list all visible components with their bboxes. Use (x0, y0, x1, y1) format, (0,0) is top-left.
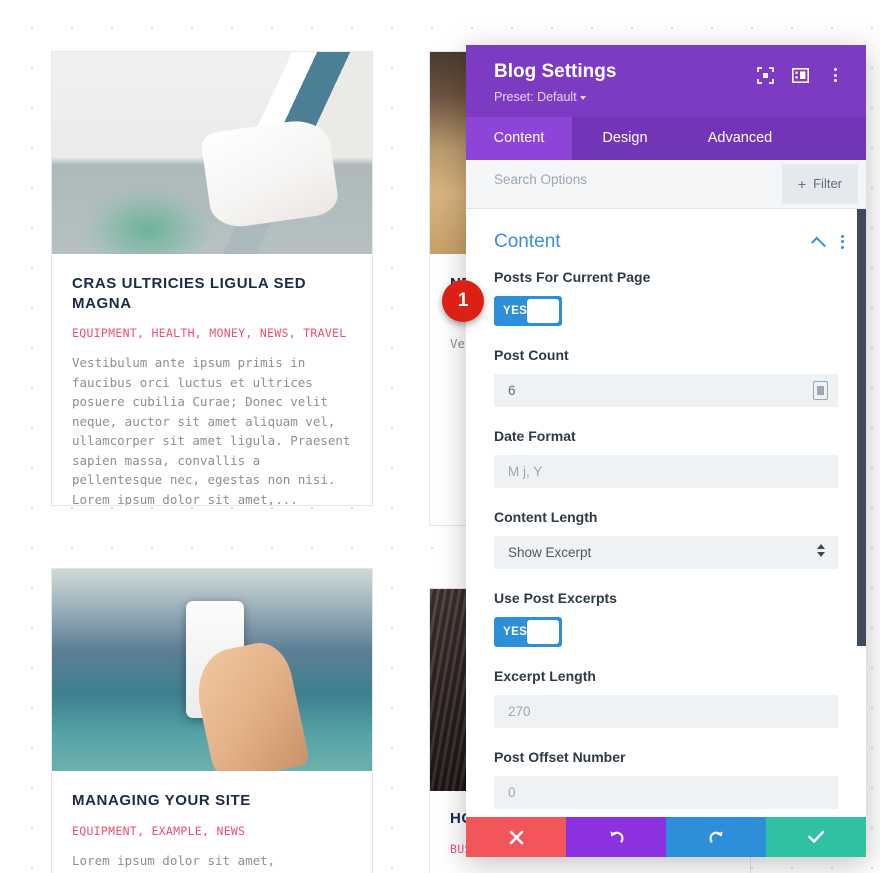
save-button[interactable] (766, 817, 866, 857)
modal-header-icons (756, 62, 844, 84)
tab-content[interactable]: Content (466, 116, 572, 160)
post-categories[interactable]: EQUIPMENT, HEALTH, MONEY, NEWS, TRAVEL (72, 326, 352, 340)
blog-settings-modal: Blog Settings Preset: Default Content De… (466, 45, 866, 857)
post-featured-image (52, 569, 372, 771)
step-number: 1 (457, 290, 469, 311)
close-x-icon (509, 830, 523, 844)
blog-post-card[interactable]: CRAS ULTRICIES LIGULA SED MAGNA EQUIPMEN… (51, 51, 373, 506)
modal-action-bar (466, 817, 866, 857)
search-options-input[interactable] (466, 159, 782, 200)
post-offset-number-input[interactable] (494, 775, 838, 809)
modal-title: Blog Settings (494, 61, 617, 82)
preset-selector[interactable]: Preset: Default (494, 90, 616, 104)
builder-page: CRAS ULTRICIES LIGULA SED MAGNA EQUIPMEN… (0, 0, 880, 873)
undo-arrow-icon (609, 830, 623, 843)
checkmark-icon (807, 830, 824, 843)
responsive-device-icon[interactable] (813, 380, 828, 400)
section-header-icons (811, 234, 844, 252)
field-label: Excerpt Length (494, 667, 596, 684)
modal-header-titles: Blog Settings Preset: Default (494, 61, 617, 104)
content-length-select[interactable]: Show Excerpt (494, 535, 838, 569)
field-label: Post Count (494, 346, 569, 363)
content-section-header: Content (466, 209, 866, 269)
step-annotation-badge: 1 (442, 280, 484, 322)
settings-scroll-area: Content Posts For Current Page YES Post … (466, 209, 866, 817)
plus-icon: + (797, 175, 807, 192)
search-row: + Filter (466, 159, 866, 209)
section-title: Content (494, 230, 561, 252)
redo-button[interactable] (666, 817, 766, 857)
date-format-input[interactable] (494, 454, 838, 488)
field-content-length: Content Length Show Excerpt (466, 509, 866, 569)
toggle-label: YES (503, 304, 528, 317)
post-categories[interactable]: EQUIPMENT, EXAMPLE, NEWS (72, 824, 352, 838)
field-post-offset-number: Post Offset Number (466, 749, 866, 809)
field-date-format: Date Format (466, 428, 866, 488)
post-featured-image (52, 52, 372, 254)
cancel-button[interactable] (466, 817, 566, 857)
blog-post-card[interactable]: MANAGING YOUR SITE EQUIPMENT, EXAMPLE, N… (51, 568, 373, 873)
post-excerpt: Lorem ipsum dolor sit amet, (72, 852, 276, 868)
split-view-icon[interactable] (791, 66, 809, 84)
toggle-label: YES (503, 625, 528, 638)
tab-design[interactable]: Design (572, 117, 678, 160)
more-options-icon[interactable] (826, 66, 844, 84)
use-post-excerpts-toggle[interactable]: YES (494, 616, 562, 647)
field-post-count: Post Count (466, 347, 866, 407)
filter-button-label: Filter (813, 176, 842, 192)
excerpt-length-input[interactable] (494, 694, 838, 728)
modal-tabs: Content Design Advanced (466, 116, 866, 160)
field-posts-for-current-page: Posts For Current Page YES (466, 269, 866, 326)
redo-arrow-icon (709, 830, 723, 843)
tab-advanced[interactable]: Advanced (678, 117, 802, 160)
field-excerpt-length: Excerpt Length (466, 668, 866, 728)
modal-header: Blog Settings Preset: Default (466, 45, 866, 117)
posts-for-current-page-toggle[interactable]: YES (494, 295, 562, 326)
more-options-icon[interactable] (841, 234, 844, 249)
focus-target-icon[interactable] (756, 66, 774, 84)
filter-button[interactable]: + Filter (781, 163, 858, 204)
post-excerpt: Vestibulum ante ipsum primis in faucibus… (72, 355, 351, 506)
chevron-down-icon (579, 95, 586, 100)
preset-label: Preset: Default (494, 89, 577, 104)
undo-button[interactable] (566, 817, 666, 857)
scrollbar-thumb[interactable] (857, 208, 866, 646)
post-count-input[interactable] (494, 373, 838, 407)
post-title[interactable]: CRAS ULTRICIES LIGULA SED MAGNA (72, 274, 352, 313)
toggle-knob (527, 298, 559, 323)
field-label: Post Offset Number (494, 748, 626, 765)
chevron-up-icon[interactable] (811, 236, 826, 252)
modal-body: Content Posts For Current Page YES Post … (466, 208, 866, 817)
field-label: Use Post Excerpts (494, 589, 617, 606)
post-title[interactable]: MANAGING YOUR SITE (72, 791, 352, 811)
field-use-post-excerpts: Use Post Excerpts YES (466, 590, 866, 647)
field-label: Content Length (494, 508, 598, 525)
field-label: Posts For Current Page (494, 268, 651, 285)
toggle-knob (527, 619, 559, 644)
settings-scrollbar[interactable] (857, 208, 866, 817)
field-label: Date Format (494, 427, 576, 444)
